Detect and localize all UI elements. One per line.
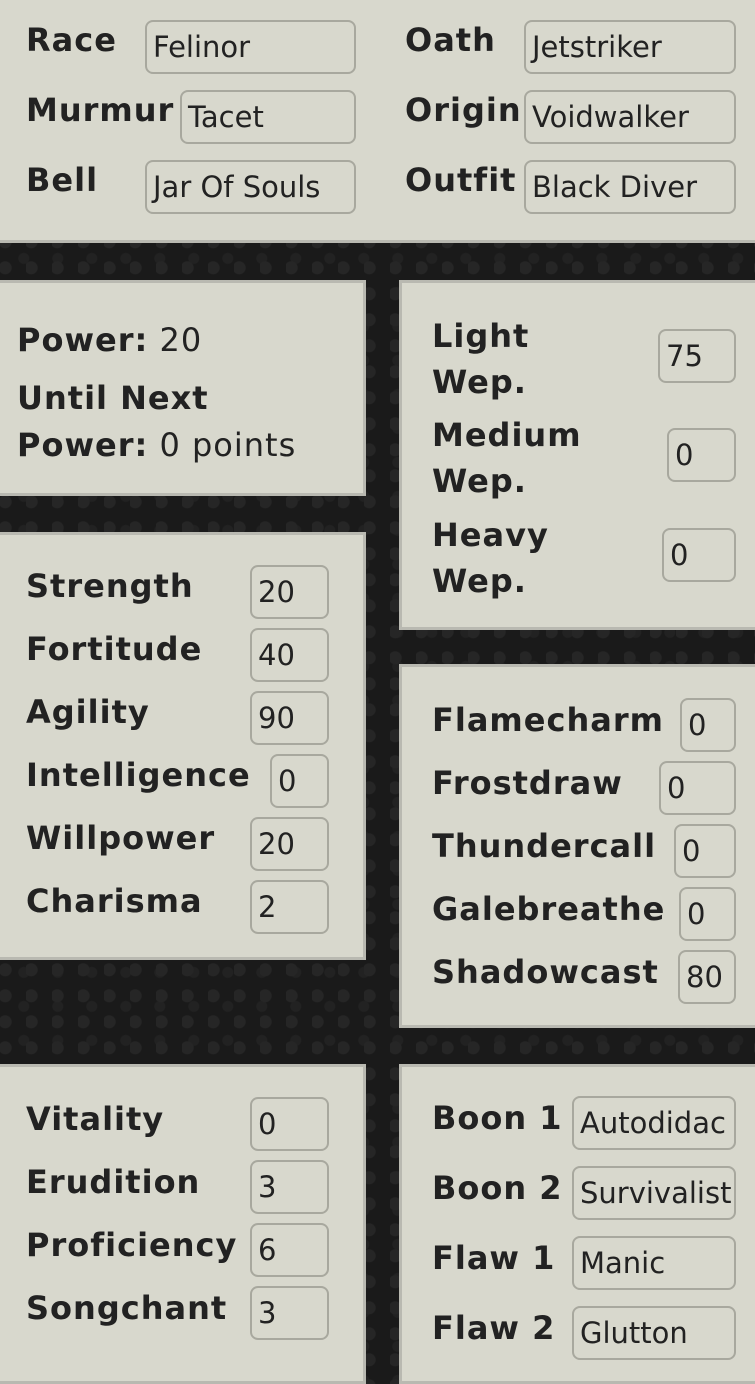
intelligence-field[interactable]: 0 bbox=[270, 754, 329, 808]
vitality-label: Vitality bbox=[26, 1100, 165, 1138]
race-field[interactable]: Felinor bbox=[145, 20, 356, 74]
power-line: Power: 20 bbox=[17, 321, 202, 359]
boon-2-field[interactable]: Survivalist bbox=[572, 1166, 736, 1220]
outfit-field[interactable]: Black Diver bbox=[524, 160, 736, 214]
fortitude-label: Fortitude bbox=[26, 630, 203, 668]
investments-panel: Vitality 0 Erudition 3 Proficiency 6 Son… bbox=[0, 1064, 366, 1384]
flamecharm-label: Flamecharm bbox=[432, 701, 664, 739]
strength-field[interactable]: 20 bbox=[250, 565, 329, 619]
galebreathe-label: Galebreathe bbox=[432, 890, 666, 928]
flaw-2-label: Flaw 2 bbox=[432, 1309, 556, 1347]
thundercall-label: Thundercall bbox=[432, 827, 657, 865]
flamecharm-field[interactable]: 0 bbox=[680, 698, 736, 752]
weapons-panel: Light Wep. 75 Medium Wep. 0 Heavy Wep. 0 bbox=[399, 280, 755, 630]
boon-1-label: Boon 1 bbox=[432, 1099, 563, 1137]
light-weapon-label: Light Wep. bbox=[432, 317, 530, 401]
erudition-field[interactable]: 3 bbox=[250, 1160, 329, 1214]
until-next-label-1: Until Next bbox=[17, 379, 209, 417]
murmur-label: Murmur bbox=[26, 91, 175, 129]
charisma-label: Charisma bbox=[26, 882, 203, 920]
flaw-2-field[interactable]: Glutton bbox=[572, 1306, 736, 1360]
until-next-value: 0 points bbox=[159, 426, 297, 464]
boon-2-label: Boon 2 bbox=[432, 1169, 563, 1207]
vitality-field[interactable]: 0 bbox=[250, 1097, 329, 1151]
attunements-panel: Flamecharm 0 Frostdraw 0 Thundercall 0 G… bbox=[399, 664, 755, 1028]
intelligence-label: Intelligence bbox=[26, 756, 251, 794]
shadowcast-field[interactable]: 80 bbox=[678, 950, 736, 1004]
power-panel: Power: 20 Until Next Power: 0 points bbox=[0, 280, 366, 496]
flaw-1-label: Flaw 1 bbox=[432, 1239, 556, 1277]
shadowcast-label: Shadowcast bbox=[432, 953, 659, 991]
origin-field[interactable]: Voidwalker bbox=[524, 90, 736, 144]
bell-label: Bell bbox=[26, 161, 99, 199]
bell-field[interactable]: Jar Of Souls bbox=[145, 160, 356, 214]
proficiency-label: Proficiency bbox=[26, 1226, 238, 1264]
agility-label: Agility bbox=[26, 693, 150, 731]
until-next-line-2: Power: 0 points bbox=[17, 426, 296, 464]
willpower-label: Willpower bbox=[26, 819, 216, 857]
songchant-label: Songchant bbox=[26, 1289, 228, 1327]
agility-field[interactable]: 90 bbox=[250, 691, 329, 745]
oath-label: Oath bbox=[405, 21, 496, 59]
attributes-panel: Strength 20 Fortitude 40 Agility 90 Inte… bbox=[0, 532, 366, 960]
boon-1-field[interactable]: Autodidac bbox=[572, 1096, 736, 1150]
songchant-field[interactable]: 3 bbox=[250, 1286, 329, 1340]
heavy-weapon-label: Heavy Wep. bbox=[432, 516, 549, 600]
identity-panel: Race Felinor Murmur Tacet Bell Jar Of So… bbox=[0, 0, 755, 243]
fortitude-field[interactable]: 40 bbox=[250, 628, 329, 682]
murmur-field[interactable]: Tacet bbox=[180, 90, 356, 144]
power-label: Power: bbox=[17, 321, 149, 359]
race-label: Race bbox=[26, 21, 117, 59]
traits-panel: Boon 1 Autodidac Boon 2 Survivalist Flaw… bbox=[399, 1064, 755, 1384]
proficiency-field[interactable]: 6 bbox=[250, 1223, 329, 1277]
medium-weapon-label: Medium Wep. bbox=[432, 416, 582, 500]
light-weapon-field[interactable]: 75 bbox=[658, 329, 736, 383]
origin-label: Origin bbox=[405, 91, 522, 129]
willpower-field[interactable]: 20 bbox=[250, 817, 329, 871]
heavy-weapon-field[interactable]: 0 bbox=[662, 528, 736, 582]
erudition-label: Erudition bbox=[26, 1163, 201, 1201]
flaw-1-field[interactable]: Manic bbox=[572, 1236, 736, 1290]
outfit-label: Outfit bbox=[405, 161, 517, 199]
frostdraw-field[interactable]: 0 bbox=[659, 761, 736, 815]
until-next-label-2: Power: bbox=[17, 426, 149, 464]
thundercall-field[interactable]: 0 bbox=[674, 824, 736, 878]
power-value: 20 bbox=[159, 321, 203, 359]
medium-weapon-field[interactable]: 0 bbox=[667, 428, 736, 482]
until-next-line-1: Until Next bbox=[17, 379, 209, 417]
galebreathe-field[interactable]: 0 bbox=[679, 887, 736, 941]
frostdraw-label: Frostdraw bbox=[432, 764, 623, 802]
charisma-field[interactable]: 2 bbox=[250, 880, 329, 934]
oath-field[interactable]: Jetstriker bbox=[524, 20, 736, 74]
strength-label: Strength bbox=[26, 567, 194, 605]
